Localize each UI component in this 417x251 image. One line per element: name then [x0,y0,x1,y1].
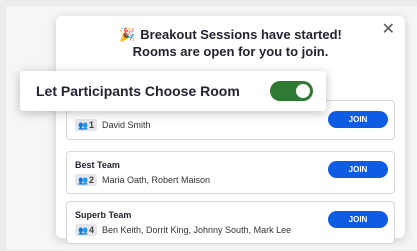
people-icon: 👥 [78,120,88,130]
choose-room-setting: Let Participants Choose Room [20,71,326,111]
participant-names: Maria Oath, Robert Maison [101,175,211,185]
room-meta: 👥 1 David Smith [75,119,151,131]
close-icon[interactable]: ✕ [382,22,395,38]
dialog-header: 🎉 Breakout Sessions have started! Rooms a… [56,26,405,60]
people-icon: 👥 [78,225,88,235]
join-button[interactable]: JOIN [328,111,388,128]
room-name: Best Team [75,160,120,170]
choose-room-toggle[interactable] [270,81,313,101]
participant-count-badge: 👥 2 [75,174,97,186]
room-card: Superb Team 👥 4 Ben Keith, Dorrit King, … [66,201,395,244]
join-button[interactable]: JOIN [328,211,388,228]
participant-count: 1 [88,120,94,130]
toggle-label: Let Participants Choose Room [36,83,240,99]
header-line-2: Rooms are open for you to join. [132,44,329,59]
toggle-knob [296,84,310,98]
room-meta: 👥 4 Ben Keith, Dorrit King, Johnny South… [75,224,291,236]
room-name: Superb Team [75,210,132,220]
participant-names: David Smith [101,120,151,130]
participant-count-badge: 👥 1 [75,119,97,131]
participant-count-badge: 👥 4 [75,224,97,236]
header-line-1: Breakout Sessions have started! [140,27,342,42]
participant-count: 4 [88,225,94,235]
participant-names: Ben Keith, Dorrit King, Johnny South, Ma… [101,225,292,235]
participant-count: 2 [88,175,94,185]
join-button[interactable]: JOIN [328,161,388,178]
room-card: Best Team 👥 2 Maria Oath, Robert Maison … [66,151,395,194]
breakout-dialog: 🎉 Breakout Sessions have started! Rooms a… [56,16,405,244]
party-popper-icon: 🎉 [119,27,136,42]
room-list: 👥 1 David Smith JOIN Best Team 👥 2 Maria… [66,100,395,251]
room-meta: 👥 2 Maria Oath, Robert Maison [75,174,210,186]
people-icon: 👥 [78,175,88,185]
